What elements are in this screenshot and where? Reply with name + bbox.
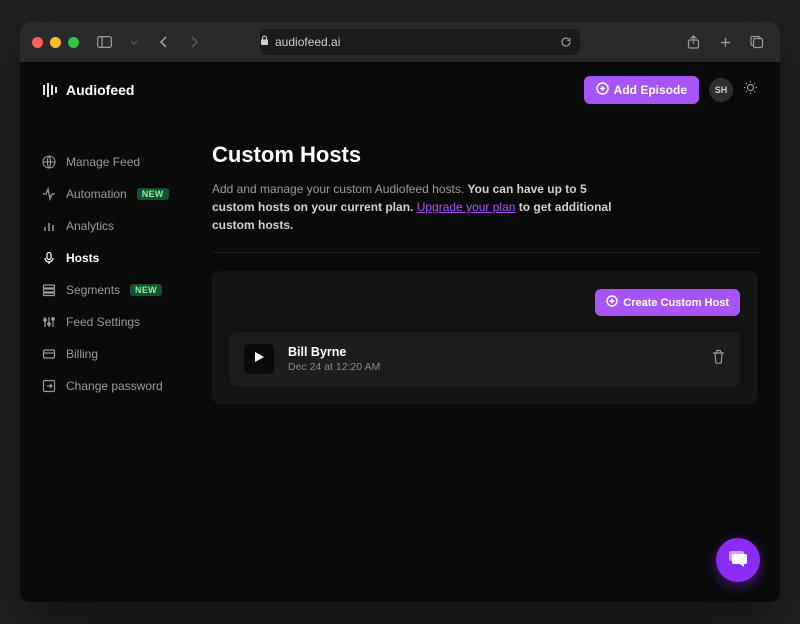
create-custom-host-button[interactable]: Create Custom Host [595, 289, 740, 316]
card-icon [42, 347, 56, 361]
delete-host-button[interactable] [711, 349, 726, 370]
sidebar-item-hosts[interactable]: Hosts [42, 242, 212, 274]
host-row: Bill Byrne Dec 24 at 12:20 AM [230, 332, 740, 386]
minimize-window-icon[interactable] [50, 37, 61, 48]
sidebar-item-segments[interactable]: Segments NEW [42, 274, 212, 306]
theme-toggle-button[interactable] [743, 80, 758, 100]
traffic-lights [32, 37, 79, 48]
sidebar-item-label: Manage Feed [66, 155, 140, 169]
sun-icon [743, 80, 758, 100]
globe-icon [42, 155, 56, 169]
add-episode-label: Add Episode [614, 83, 687, 97]
brand-logo-icon [42, 82, 58, 98]
chat-widget-button[interactable] [716, 538, 760, 582]
bars-icon [42, 219, 56, 233]
sidebar-item-label: Change password [66, 379, 163, 393]
play-icon [254, 350, 265, 368]
tabs-icon[interactable] [746, 31, 768, 53]
chat-icon [727, 547, 749, 574]
new-badge: NEW [137, 188, 169, 200]
sidebar-item-change-password[interactable]: Change password [42, 370, 212, 402]
sidebar: Manage Feed Automation NEW Analytics Hosts Se… [42, 118, 212, 404]
hosts-list: Bill Byrne Dec 24 at 12:20 AM [230, 332, 740, 386]
host-name: Bill Byrne [288, 345, 697, 359]
segments-icon [42, 283, 56, 297]
lock-icon [260, 35, 269, 49]
hosts-panel: Create Custom Host Bill Byrne Dec 24 at 1… [212, 271, 758, 404]
trash-icon [711, 349, 726, 370]
sidebar-item-label: Analytics [66, 219, 114, 233]
add-episode-button[interactable]: Add Episode [584, 76, 699, 104]
sidebar-item-label: Billing [66, 347, 98, 361]
brand[interactable]: Audiofeed [42, 82, 134, 98]
chevron-down-icon[interactable] [123, 31, 145, 53]
url-text: audiofeed.ai [275, 35, 340, 49]
back-icon[interactable] [153, 31, 175, 53]
share-icon[interactable] [682, 31, 704, 53]
activity-icon [42, 187, 56, 201]
plus-circle-icon [596, 82, 609, 98]
address-bar[interactable]: audiofeed.ai [260, 29, 580, 55]
host-info: Bill Byrne Dec 24 at 12:20 AM [288, 345, 697, 373]
maximize-window-icon[interactable] [68, 37, 79, 48]
sidebar-toggle-icon[interactable] [93, 31, 115, 53]
plus-circle-icon [606, 295, 618, 310]
new-badge: NEW [130, 284, 162, 296]
host-date: Dec 24 at 12:20 AM [288, 361, 697, 373]
close-window-icon[interactable] [32, 37, 43, 48]
divider [212, 252, 758, 253]
forward-icon[interactable] [183, 31, 205, 53]
upgrade-plan-link[interactable]: Upgrade your plan [417, 200, 516, 214]
browser-chrome: audiofeed.ai [20, 22, 780, 62]
sidebar-item-label: Segments [66, 283, 120, 297]
new-tab-icon[interactable] [714, 31, 736, 53]
avatar[interactable]: SH [709, 78, 733, 102]
sidebar-item-label: Hosts [66, 251, 99, 265]
brand-name: Audiofeed [66, 82, 134, 98]
app-topbar: Audiofeed Add Episode SH [20, 62, 780, 118]
sidebar-item-label: Automation [66, 187, 127, 201]
sidebar-item-billing[interactable]: Billing [42, 338, 212, 370]
logout-icon [42, 379, 56, 393]
page-title: Custom Hosts [212, 142, 758, 168]
page-description: Add and manage your custom Audiofeed hos… [212, 180, 632, 234]
mic-icon [42, 251, 56, 265]
sidebar-item-label: Feed Settings [66, 315, 140, 329]
reload-icon[interactable] [560, 36, 572, 48]
sidebar-item-feed-settings[interactable]: Feed Settings [42, 306, 212, 338]
sidebar-item-automation[interactable]: Automation NEW [42, 178, 212, 210]
sidebar-item-analytics[interactable]: Analytics [42, 210, 212, 242]
sidebar-item-manage-feed[interactable]: Manage Feed [42, 146, 212, 178]
sliders-icon [42, 315, 56, 329]
play-button[interactable] [244, 344, 274, 374]
